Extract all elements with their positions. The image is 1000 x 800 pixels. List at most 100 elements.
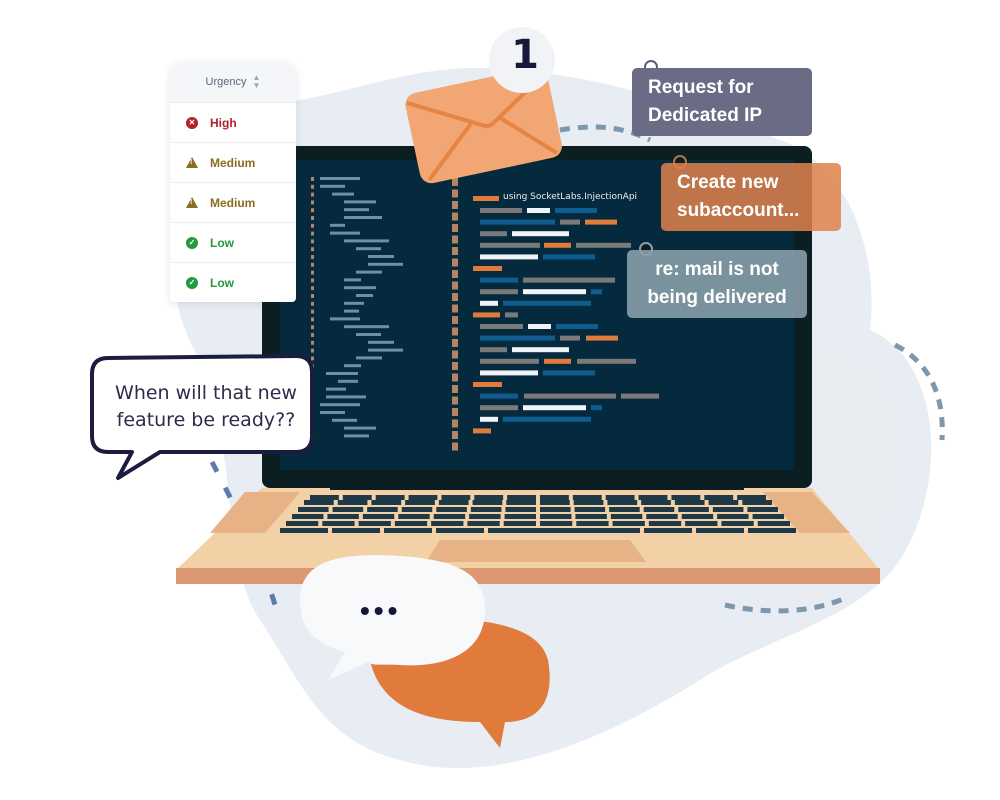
code-token-bar bbox=[473, 382, 502, 387]
keyboard-key bbox=[438, 500, 469, 505]
urgency-label: Medium bbox=[210, 195, 256, 210]
line-gutter-mark bbox=[452, 224, 458, 232]
line-gutter-mark bbox=[452, 327, 458, 336]
code-token-bar bbox=[543, 370, 595, 376]
line-gutter-mark bbox=[452, 442, 458, 451]
line-gutter-mark bbox=[311, 247, 314, 252]
code-line-bar bbox=[356, 294, 373, 297]
keyboard-key bbox=[609, 507, 640, 512]
keyboard-key bbox=[575, 514, 607, 519]
line-gutter-mark bbox=[452, 419, 458, 428]
code-line-bar bbox=[330, 223, 345, 227]
keyboard-key bbox=[605, 495, 635, 500]
code-token-bar bbox=[480, 358, 539, 364]
keyboard-key bbox=[708, 500, 739, 505]
keyboard-key bbox=[332, 507, 364, 512]
line-gutter-mark bbox=[452, 339, 458, 347]
keyboard-key bbox=[685, 521, 718, 526]
keyboard-key bbox=[433, 514, 466, 519]
code-line-bar bbox=[320, 177, 360, 180]
keyboard-key bbox=[576, 521, 609, 526]
code-line-bar bbox=[356, 333, 381, 336]
code-line-bar bbox=[368, 348, 403, 352]
keyboard-key bbox=[704, 495, 734, 500]
code-line-bar bbox=[330, 317, 360, 321]
keyboard-key bbox=[488, 528, 640, 533]
code-token-bar bbox=[591, 405, 602, 411]
keyboard-key bbox=[327, 514, 359, 519]
tag-mail-not-delivered[interactable]: re: mail is not being delivered bbox=[627, 250, 807, 318]
code-token-bar bbox=[473, 196, 499, 201]
line-gutter-mark bbox=[452, 396, 458, 405]
trackpad bbox=[426, 540, 646, 562]
code-token-bar bbox=[577, 358, 636, 364]
code-token-bar bbox=[480, 254, 538, 260]
laptop-front-edge bbox=[176, 568, 880, 584]
tag-create-subaccount[interactable]: Create new subaccount... bbox=[661, 163, 841, 231]
code-line-bar bbox=[356, 270, 382, 274]
keyboard-key bbox=[367, 507, 398, 512]
code-token-bar bbox=[524, 393, 616, 399]
urgency-row-low[interactable]: ✓ Low bbox=[170, 223, 296, 263]
code-token-bar bbox=[480, 219, 555, 225]
line-gutter-mark bbox=[311, 262, 314, 267]
code-token-bar bbox=[480, 347, 507, 353]
keyboard-key bbox=[474, 495, 504, 500]
line-gutter-mark bbox=[452, 189, 458, 198]
urgency-label: Low bbox=[210, 275, 234, 290]
code-token-bar bbox=[576, 242, 631, 248]
keyboard-key bbox=[405, 500, 435, 505]
urgency-column-header[interactable]: Urgency ▲ ▼ bbox=[170, 62, 296, 103]
keyboard-key bbox=[742, 500, 772, 505]
keyboard-key bbox=[573, 500, 604, 505]
line-gutter-mark bbox=[311, 177, 314, 181]
keyboard-key bbox=[436, 507, 467, 512]
line-gutter-mark bbox=[452, 385, 458, 393]
error-circle-icon: ✕ bbox=[186, 116, 198, 129]
tag-dedicated-ip[interactable]: Request for Dedicated IP bbox=[632, 68, 812, 136]
keyboard-key bbox=[572, 495, 602, 500]
urgency-row-medium[interactable]: ! Medium bbox=[170, 143, 296, 183]
line-gutter-mark bbox=[452, 431, 458, 439]
urgency-table: Urgency ▲ ▼ ✕ High ! Medium ! Medium ✓ Lo… bbox=[170, 62, 296, 302]
keyboard-key bbox=[504, 514, 536, 519]
code-token-bar bbox=[480, 242, 540, 248]
line-gutter-mark bbox=[452, 304, 458, 313]
line-gutter-mark bbox=[452, 316, 458, 324]
urgency-row-medium[interactable]: ! Medium bbox=[170, 183, 296, 223]
urgency-row-high[interactable]: ✕ High bbox=[170, 103, 296, 143]
line-gutter-mark bbox=[452, 201, 458, 209]
sort-icon[interactable]: ▲ ▼ bbox=[253, 74, 261, 90]
keyboard-key bbox=[375, 495, 405, 500]
keyboard-key bbox=[469, 514, 501, 519]
keyboard-key bbox=[322, 521, 355, 526]
keyboard-key bbox=[304, 500, 334, 505]
keyboard-key bbox=[362, 514, 395, 519]
line-gutter-mark bbox=[452, 178, 458, 186]
code-line-bar bbox=[344, 239, 389, 243]
keyboard-key bbox=[610, 514, 643, 519]
line-gutter-mark bbox=[311, 309, 314, 314]
code-token-bar bbox=[523, 289, 586, 295]
keyboard-key bbox=[470, 507, 502, 512]
keyboard-key bbox=[503, 521, 536, 526]
code-line-bar bbox=[332, 418, 357, 422]
code-token-bar bbox=[560, 335, 580, 341]
urgency-label: High bbox=[210, 115, 237, 130]
urgency-row-low[interactable]: ✓ Low bbox=[170, 263, 296, 302]
keyboard-key bbox=[398, 514, 430, 519]
line-gutter-mark bbox=[452, 408, 458, 416]
keyboard-key bbox=[292, 514, 324, 519]
urgency-label: Low bbox=[210, 235, 234, 250]
code-line-bar bbox=[326, 395, 366, 399]
keyboard-key bbox=[506, 500, 536, 505]
keyboard-key bbox=[646, 514, 678, 519]
line-gutter-mark bbox=[452, 293, 458, 301]
code-token-bar bbox=[480, 335, 555, 341]
keyboard-key bbox=[394, 521, 428, 526]
keyboard-key bbox=[371, 500, 402, 505]
keyboard-key bbox=[757, 521, 790, 526]
keyboard-key bbox=[540, 507, 571, 512]
code-line-bar bbox=[320, 411, 345, 414]
code-line-bar bbox=[356, 356, 382, 360]
